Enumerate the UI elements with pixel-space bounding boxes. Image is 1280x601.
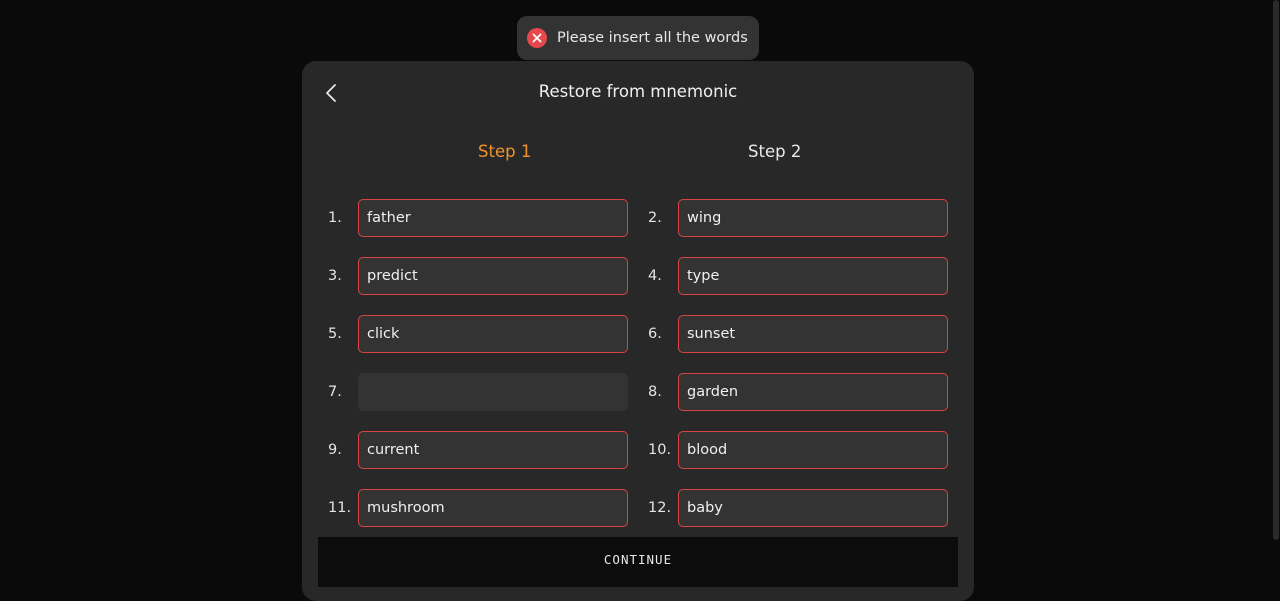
- continue-button[interactable]: CONTINUE: [318, 537, 958, 587]
- word-row-1: 1.: [328, 199, 628, 237]
- mnemonic-word-input-2[interactable]: [678, 199, 948, 237]
- word-number: 10.: [648, 442, 672, 458]
- word-row-3: 3.: [328, 257, 628, 295]
- mnemonic-word-input-10[interactable]: [678, 431, 948, 469]
- word-number: 3.: [328, 268, 342, 284]
- mnemonic-word-input-3[interactable]: [358, 257, 628, 295]
- mnemonic-word-input-7[interactable]: [358, 373, 628, 411]
- word-row-11: 11.: [328, 489, 628, 527]
- word-number: 5.: [328, 326, 342, 342]
- word-row-8: 8.: [648, 373, 948, 411]
- tab-step-2[interactable]: Step 2: [748, 142, 801, 162]
- word-number: 4.: [648, 268, 662, 284]
- word-row-4: 4.: [648, 257, 948, 295]
- page-title: Restore from mnemonic: [538, 82, 738, 101]
- word-row-6: 6.: [648, 315, 948, 353]
- mnemonic-word-input-6[interactable]: [678, 315, 948, 353]
- word-number: 1.: [328, 210, 342, 226]
- word-number: 6.: [648, 326, 662, 342]
- scrollbar-thumb[interactable]: [1273, 0, 1279, 540]
- mnemonic-word-input-5[interactable]: [358, 315, 628, 353]
- word-row-9: 9.: [328, 431, 628, 469]
- word-number: 7.: [328, 384, 342, 400]
- word-row-5: 5.: [328, 315, 628, 353]
- word-number: 11.: [328, 500, 352, 516]
- toast-message: Please insert all the words: [557, 30, 748, 46]
- error-x-icon: [527, 28, 547, 48]
- word-row-12: 12.: [648, 489, 948, 527]
- mnemonic-word-input-1[interactable]: [358, 199, 628, 237]
- word-number: 2.: [648, 210, 662, 226]
- mnemonic-word-input-12[interactable]: [678, 489, 948, 527]
- mnemonic-word-input-9[interactable]: [358, 431, 628, 469]
- page-scrollbar[interactable]: [1272, 0, 1280, 581]
- mnemonic-word-input-11[interactable]: [358, 489, 628, 527]
- error-toast: Please insert all the words: [517, 16, 759, 60]
- word-number: 8.: [648, 384, 662, 400]
- mnemonic-word-input-8[interactable]: [678, 373, 948, 411]
- word-number: 12.: [648, 500, 672, 516]
- restore-mnemonic-panel: Restore from mnemonic Step 1 Step 2 1. 2…: [302, 61, 974, 601]
- word-row-10: 10.: [648, 431, 948, 469]
- word-number: 9.: [328, 442, 342, 458]
- mnemonic-word-input-4[interactable]: [678, 257, 948, 295]
- word-row-7: 7.: [328, 373, 628, 411]
- word-row-2: 2.: [648, 199, 948, 237]
- tab-step-1[interactable]: Step 1: [478, 142, 531, 162]
- continue-label: CONTINUE: [603, 552, 673, 567]
